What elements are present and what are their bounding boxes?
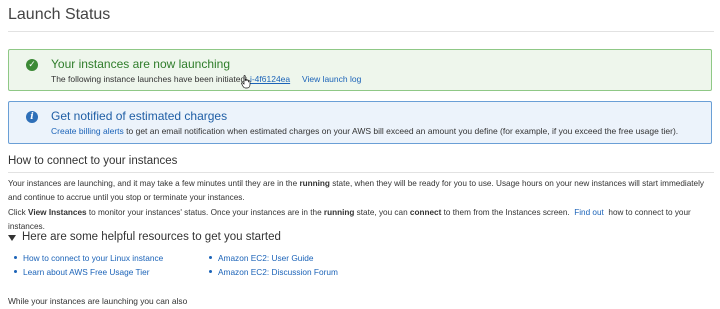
connect-divider (8, 172, 714, 173)
p2-text-b: to monitor your instances' status. Once … (88, 208, 322, 217)
p2-text-c: state, you can (356, 208, 408, 217)
info-body-text: to get an email notification when estima… (126, 126, 679, 136)
list-item: How to connect to your Linux instance (8, 251, 163, 265)
bullet (14, 270, 17, 273)
p1-text-a: Your instances are launching, and it may… (8, 179, 298, 188)
bullet (14, 256, 17, 259)
success-heading: Your instances are now launching (51, 57, 231, 71)
connect-paragraph-2: Click View Instances to monitor your ins… (8, 206, 713, 234)
p1-running: running (299, 179, 330, 188)
bullet (209, 256, 212, 259)
free-tier-link[interactable]: Learn about AWS Free Usage Tier (23, 267, 150, 277)
connect-heading: How to connect to your instances (8, 155, 178, 167)
create-billing-alerts-link[interactable]: Create billing alerts (51, 126, 124, 136)
list-item: Amazon EC2: User Guide (203, 251, 338, 265)
page-title: Launch Status (8, 6, 111, 23)
info-body: Create billing alerts to get an email no… (51, 126, 678, 136)
caret-down-icon (8, 235, 16, 241)
info-heading: Get notified of estimated charges (51, 109, 228, 123)
success-body: The following instance launches have bee… (51, 74, 361, 84)
user-guide-link[interactable]: Amazon EC2: User Guide (218, 253, 313, 263)
p2-text-a: Click (8, 208, 26, 217)
connect-paragraph-1: Your instances are launching, and it may… (8, 177, 713, 205)
bullet (209, 270, 212, 273)
billing-info-alert: i Get notified of estimated charges Crea… (8, 101, 712, 144)
p2-running: running (323, 208, 355, 217)
launch-success-alert: ✓ Your instances are now launching The f… (8, 49, 712, 91)
check-circle-icon: ✓ (26, 59, 38, 71)
list-item: Amazon EC2: Discussion Forum (203, 265, 338, 279)
list-item: Learn about AWS Free Usage Tier (8, 265, 163, 279)
resources-list-right: Amazon EC2: User Guide Amazon EC2: Discu… (203, 251, 338, 279)
p2-text-d: to them from the Instances screen. (443, 208, 570, 217)
instance-id-link[interactable]: i-4f6124ea (250, 74, 290, 84)
info-circle-icon: i (26, 111, 38, 123)
resources-heading: Here are some helpful resources to get y… (22, 231, 281, 243)
p2-view-instances: View Instances (28, 208, 87, 217)
discussion-forum-link[interactable]: Amazon EC2: Discussion Forum (218, 267, 338, 277)
p2-connect: connect (409, 208, 442, 217)
title-divider (8, 31, 714, 32)
find-out-link[interactable]: Find out (574, 208, 604, 217)
linux-connect-link[interactable]: How to connect to your Linux instance (23, 253, 163, 263)
footer-text: While your instances are launching you c… (8, 296, 188, 306)
resources-list-left: How to connect to your Linux instance Le… (8, 251, 163, 279)
success-body-text: The following instance launches have bee… (51, 74, 248, 84)
view-launch-log-link[interactable]: View launch log (302, 74, 361, 84)
hand-pointer-icon (241, 75, 251, 89)
